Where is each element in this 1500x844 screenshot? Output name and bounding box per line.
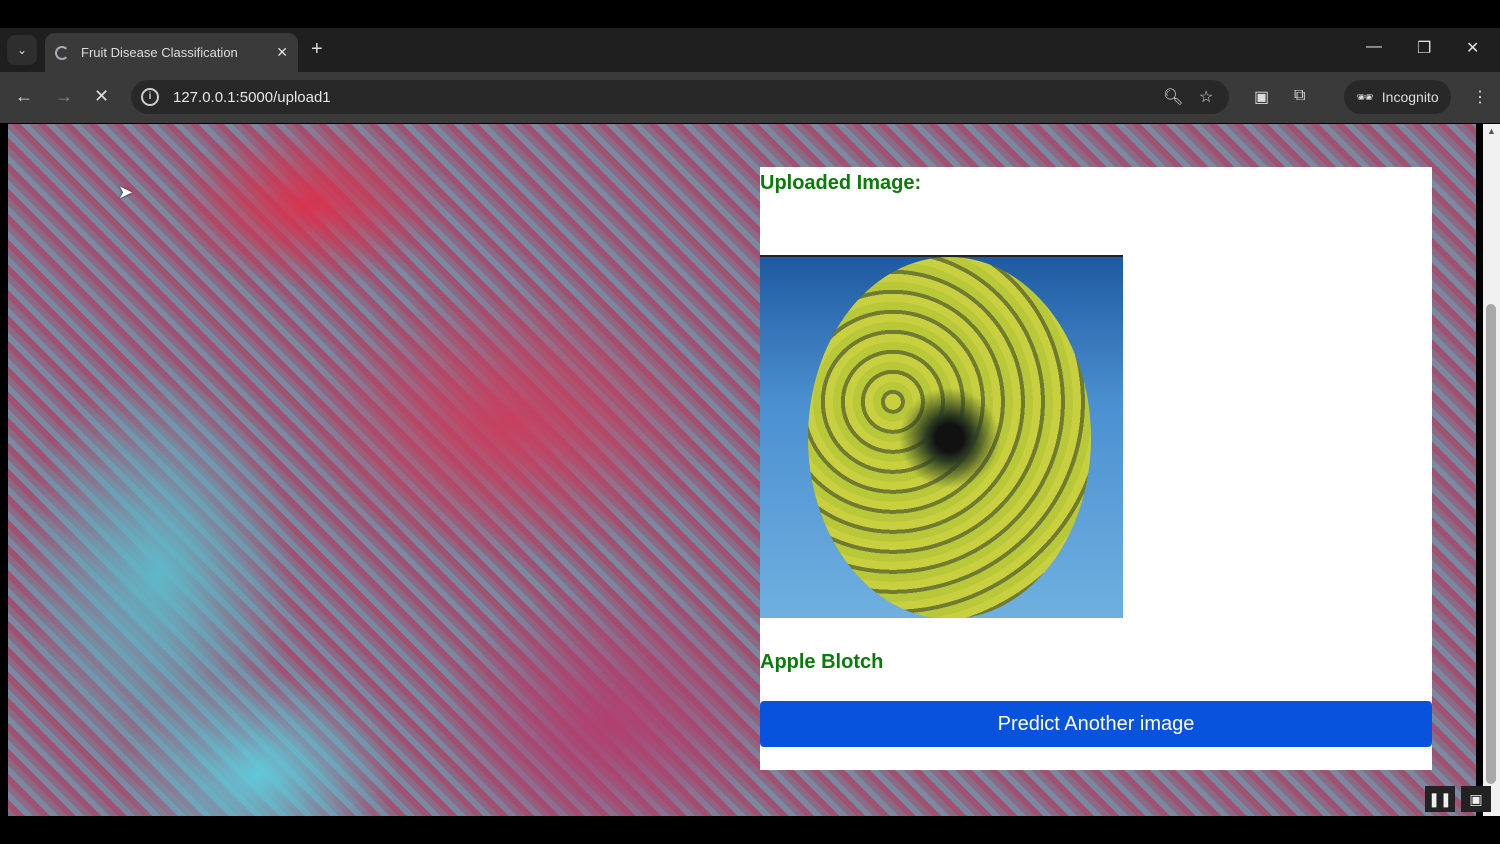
predict-another-button[interactable]: Predict Another image (760, 701, 1432, 747)
scrollbar-thumb[interactable] (1486, 304, 1496, 784)
mouse-pointer-icon: ➤ (118, 182, 134, 202)
picture-in-picture-icon[interactable]: ▣ (1461, 786, 1491, 812)
extension-icon[interactable]: ▣ (1254, 87, 1269, 107)
url-text[interactable]: 127.0.0.1:5000/upload1 (173, 89, 331, 106)
forward-button[interactable]: → (55, 86, 73, 107)
new-tab-button[interactable]: + (311, 38, 323, 61)
zoom-icon[interactable]: 🔍︎ (1163, 87, 1183, 107)
tab-active[interactable]: Fruit Disease Classification ✕ (45, 33, 298, 72)
result-panel: Uploaded Image: Apple Blotch Predict Ano… (760, 167, 1432, 770)
uploaded-image-heading: Uploaded Image: (760, 172, 922, 194)
close-window-button[interactable]: ✕ (1466, 38, 1479, 58)
apple-fruit (808, 257, 1091, 618)
screen-bottom-border (0, 816, 1500, 844)
bookmark-star-icon[interactable]: ☆ (1199, 87, 1213, 107)
vertical-scrollbar[interactable]: ▲ (1483, 124, 1500, 816)
menu-kebab-icon[interactable]: ⋮ (1472, 87, 1488, 107)
uploaded-fruit-image (760, 255, 1123, 618)
page-background-satellite-image: Uploaded Image: Apple Blotch Predict Ano… (8, 124, 1476, 816)
tab-search-button[interactable]: ⌄ (7, 35, 37, 65)
minimize-button[interactable]: — (1366, 38, 1382, 56)
address-bar[interactable]: i 127.0.0.1:5000/upload1 🔍︎ ☆ (131, 80, 1229, 114)
tab-title: Fruit Disease Classification (81, 45, 238, 60)
screen-top-border (0, 0, 1500, 28)
incognito-indicator[interactable]: 🕶︎ Incognito (1344, 80, 1451, 114)
scroll-up-icon[interactable]: ▲ (1487, 126, 1496, 136)
prediction-result: Apple Blotch (760, 651, 884, 673)
site-info-icon[interactable]: i (141, 88, 159, 106)
incognito-icon: 🕶︎ (1356, 88, 1374, 105)
extensions-puzzle-icon[interactable]: ⧉ (1294, 87, 1305, 105)
restore-button[interactable]: ❐ (1417, 38, 1431, 58)
close-tab-icon[interactable]: ✕ (276, 44, 288, 61)
pause-icon[interactable]: ❚❚ (1425, 786, 1455, 812)
stop-loading-button[interactable]: ✕ (94, 86, 109, 107)
back-button[interactable]: ← (15, 86, 33, 107)
loading-icon (55, 45, 69, 60)
incognito-label: Incognito (1381, 89, 1439, 105)
